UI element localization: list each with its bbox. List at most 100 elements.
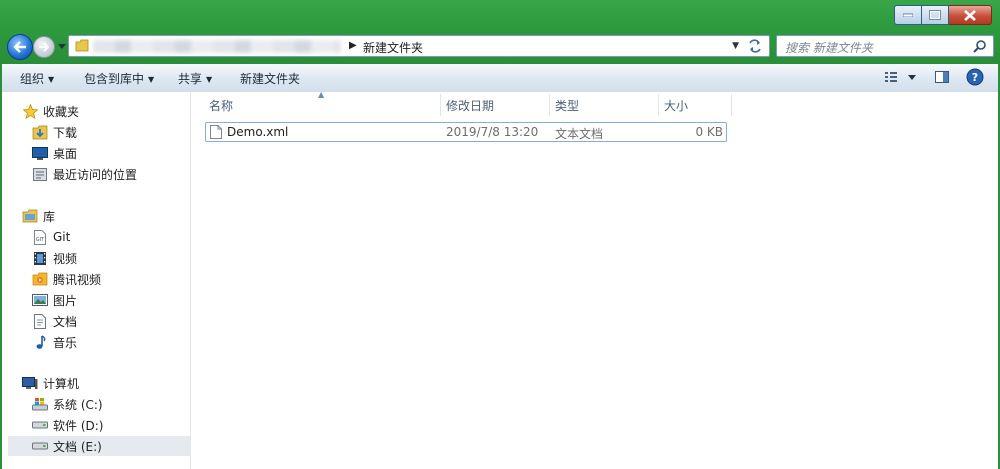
minimize-button[interactable]	[894, 5, 922, 25]
column-divider[interactable]	[440, 94, 441, 116]
sidebar-item-tencent-video[interactable]: 腾讯视频	[32, 269, 190, 289]
help-button[interactable]: ?	[966, 68, 984, 89]
text-document-icon	[210, 125, 222, 139]
main-content: 收藏夹 下载 桌面 最近访问的位置 库 GIT Git 视频 腾讯视频 图片 文…	[2, 90, 998, 469]
sidebar-item-label: 文档	[53, 314, 78, 329]
include-in-library-menu[interactable]: 包含到库中 ▼	[84, 70, 154, 87]
sidebar-item-label: 文档 (E:)	[53, 439, 102, 454]
window-frame: ▶ 新建文件夹 ▼ 搜索 新建文件夹 组织 ▼ 包含到库中 ▼ 共享 ▼ 新建文件夹 …	[0, 0, 1000, 469]
sidebar-item-drive-e[interactable]: 文档 (E:)	[8, 436, 190, 456]
new-folder-button[interactable]: 新建文件夹	[240, 70, 300, 87]
breadcrumb-current-folder[interactable]: 新建文件夹	[363, 39, 423, 56]
include-in-library-label: 包含到库中	[84, 72, 145, 86]
hard-drive-icon	[32, 417, 48, 433]
column-divider[interactable]	[658, 94, 659, 116]
chevron-down-icon: ▼	[148, 75, 155, 84]
command-bar: 组织 ▼ 包含到库中 ▼ 共享 ▼ 新建文件夹 ?	[2, 64, 998, 93]
sidebar-item-label: 最近访问的位置	[53, 167, 138, 182]
file-list-pane: 名称 ▲ 修改日期 类型 大小 Demo.xml 2019/7/8 13:20 …	[191, 90, 998, 469]
organize-label: 组织	[20, 72, 45, 86]
address-row: ▶ 新建文件夹 ▼ 搜索 新建文件夹	[0, 30, 1000, 64]
tencent-video-icon	[32, 271, 48, 287]
sidebar-item-label: 腾讯视频	[53, 272, 102, 287]
svg-text:GIT: GIT	[36, 237, 45, 243]
column-header-type-label: 类型	[555, 98, 580, 113]
help-icon: ?	[966, 68, 984, 86]
column-divider[interactable]	[731, 94, 732, 116]
search-placeholder[interactable]: 搜索 新建文件夹	[785, 39, 873, 56]
sidebar-item-drive-c[interactable]: 系统 (C:)	[32, 394, 190, 414]
downloads-folder-icon	[32, 124, 48, 140]
recent-places-icon	[32, 166, 48, 182]
column-header-name-label: 名称	[209, 98, 234, 113]
computer-icon	[22, 375, 38, 391]
sidebar-item-documents[interactable]: 文档	[32, 311, 190, 331]
forward-button[interactable]	[33, 36, 55, 58]
back-button[interactable]	[7, 34, 33, 60]
column-header-size[interactable]: 大小	[664, 92, 688, 118]
address-bar[interactable]: ▶ 新建文件夹 ▼	[68, 35, 770, 57]
column-header-type[interactable]: 类型	[555, 92, 579, 118]
chevron-down-icon: ▼	[206, 75, 213, 84]
svg-text:?: ?	[972, 71, 978, 84]
sort-ascending-icon: ▲	[318, 90, 325, 99]
sidebar-item-videos[interactable]: 视频	[32, 248, 190, 268]
file-date: 2019/7/8 13:20	[446, 125, 539, 139]
star-icon	[22, 103, 38, 119]
search-box[interactable]: 搜索 新建文件夹	[776, 35, 994, 57]
desktop-icon	[32, 145, 48, 161]
arrow-right-icon	[39, 42, 50, 52]
sidebar-item-label: 计算机	[43, 376, 80, 391]
address-dropdown-icon[interactable]: ▼	[732, 41, 739, 51]
preview-pane-button[interactable]	[934, 69, 950, 88]
sidebar-item-git[interactable]: GIT Git	[32, 227, 190, 247]
file-type: 文本文档	[555, 127, 604, 141]
view-options-button[interactable]	[884, 69, 918, 88]
column-divider[interactable]	[549, 94, 550, 116]
organize-menu[interactable]: 组织 ▼	[20, 70, 54, 87]
chevron-down-icon: ▼	[48, 75, 55, 84]
close-button[interactable]	[949, 5, 992, 25]
sidebar-item-label: 下载	[53, 125, 78, 140]
view-list-icon	[885, 72, 916, 82]
sidebar-item-label: 系统 (C:)	[53, 397, 103, 412]
preview-pane-icon	[935, 71, 949, 83]
music-note-icon	[32, 334, 48, 350]
sidebar-item-label: 软件 (D:)	[53, 418, 104, 433]
breadcrumb-separator-icon[interactable]: ▶	[349, 40, 357, 51]
navigation-pane: 收藏夹 下载 桌面 最近访问的位置 库 GIT Git 视频 腾讯视频 图片 文…	[2, 92, 191, 469]
sidebar-item-label: 音乐	[53, 335, 78, 350]
table-row[interactable]: Demo.xml 2019/7/8 13:20 文本文档 0 KB	[205, 122, 727, 142]
refresh-icon[interactable]	[747, 39, 763, 53]
search-icon[interactable]	[973, 39, 987, 53]
sidebar-item-computer[interactable]: 计算机	[22, 373, 190, 393]
column-header-name[interactable]: 名称	[209, 92, 233, 118]
minimize-icon	[903, 13, 913, 17]
sidebar-item-libraries[interactable]: 库	[22, 206, 190, 226]
system-drive-icon	[32, 396, 48, 412]
column-header-date[interactable]: 修改日期	[446, 92, 494, 118]
column-header-size-label: 大小	[664, 98, 689, 113]
maximize-button[interactable]	[922, 5, 949, 25]
close-icon	[964, 9, 976, 21]
sidebar-item-label: 收藏夹	[43, 104, 80, 119]
sidebar-item-recent-places[interactable]: 最近访问的位置	[32, 164, 190, 184]
folder-icon	[75, 39, 89, 52]
share-label: 共享	[178, 72, 203, 86]
pictures-icon	[32, 292, 48, 308]
video-icon	[32, 250, 48, 266]
sidebar-item-label: 库	[43, 209, 56, 224]
recent-pages-dropdown-icon[interactable]	[58, 42, 66, 50]
sidebar-item-desktop[interactable]: 桌面	[32, 143, 190, 163]
sidebar-item-pictures[interactable]: 图片	[32, 290, 190, 310]
sidebar-item-downloads[interactable]: 下载	[32, 122, 190, 142]
arrow-left-icon	[13, 41, 26, 53]
sidebar-item-drive-d[interactable]: 软件 (D:)	[32, 415, 190, 435]
column-header-date-label: 修改日期	[446, 98, 495, 113]
sidebar-item-favorites[interactable]: 收藏夹	[22, 101, 190, 121]
caption-buttons	[894, 5, 992, 25]
sidebar-item-music[interactable]: 音乐	[32, 332, 190, 352]
document-icon	[32, 313, 48, 329]
share-menu[interactable]: 共享 ▼	[178, 70, 212, 87]
hard-drive-icon	[32, 438, 48, 454]
